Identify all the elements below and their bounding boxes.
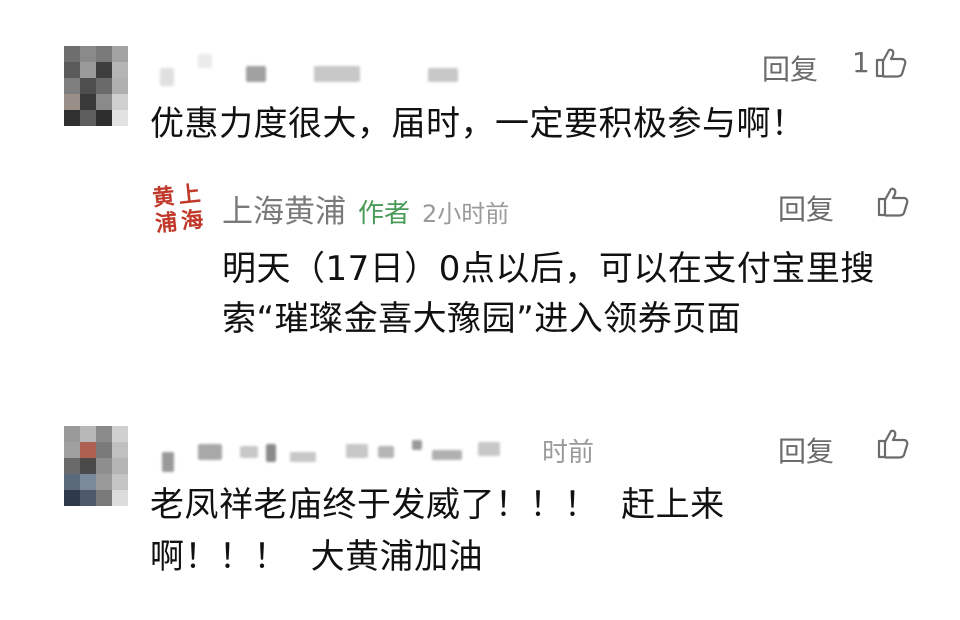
author-avatar[interactable]: 黄 上 浦 海: [150, 180, 206, 238]
avatar-pixel: [96, 78, 112, 94]
like-count: 1: [852, 46, 870, 79]
avatar-pixel: [96, 458, 112, 474]
avatar-pixel: [64, 110, 80, 126]
reply-button[interactable]: 回复: [778, 430, 834, 470]
thumbs-up-icon[interactable]: [876, 186, 910, 218]
avatar-pixel: [112, 426, 128, 442]
avatar[interactable]: [64, 46, 128, 126]
avatar-pixel: [112, 442, 128, 458]
author-name[interactable]: 上海黄浦: [222, 186, 346, 231]
like-button[interactable]: 1: [852, 46, 908, 79]
avatar-pixel: [112, 474, 128, 490]
avatar-pixel: [64, 458, 80, 474]
comment-text-line2: 啊！！！ 大黄浦加油: [150, 537, 484, 577]
avatar-pixel: [80, 46, 96, 62]
avatar-pixel: [64, 46, 80, 62]
avatar-pixel: [64, 442, 80, 458]
avatar-pixel: [96, 426, 112, 442]
avatar-pixel: [80, 474, 96, 490]
avatar-pixel: [96, 94, 112, 110]
comment-text: 优惠力度很大，届时，一定要积极参与啊！: [150, 104, 806, 144]
avatar-pixel: [112, 78, 128, 94]
thumbs-up-icon[interactable]: [876, 428, 910, 460]
avatar-pixel: [80, 490, 96, 506]
avatar-pixel: [96, 62, 112, 78]
comment-text-line1: 老凤祥老庙终于发威了！！！ 赶上来: [150, 485, 725, 525]
reply-text-line1: 明天（17日）0点以后，可以在支付宝里搜: [222, 249, 875, 289]
reply-button[interactable]: 回复: [778, 188, 834, 228]
avatar-pixel: [112, 458, 128, 474]
avatar-pixel: [96, 490, 112, 506]
avatar-pixel: [112, 62, 128, 78]
reply-text-line2: 索“璀璨金喜大豫园”进入领券页面: [222, 299, 742, 339]
avatar-pixel: [96, 474, 112, 490]
reply-time: 2小时前: [422, 200, 510, 228]
avatar-pixel: [96, 46, 112, 62]
avatar-pixel: [96, 442, 112, 458]
avatar-pixel: [80, 78, 96, 94]
avatar-pixel: [112, 46, 128, 62]
avatar-pixel: [80, 94, 96, 110]
avatar[interactable]: [64, 426, 128, 506]
avatar-pixel: [64, 474, 80, 490]
comment-time: 时前: [542, 438, 595, 468]
avatar-pixel: [80, 458, 96, 474]
avatar-pixel: [64, 62, 80, 78]
avatar-pixel: [80, 62, 96, 78]
avatar-pixel: [112, 490, 128, 506]
seal-logo: 黄 上 浦 海: [151, 180, 205, 238]
reply-button[interactable]: 回复: [762, 48, 818, 88]
avatar-pixel: [64, 490, 80, 506]
avatar-pixel: [80, 426, 96, 442]
avatar-pixel: [112, 94, 128, 110]
thumbs-up-icon: [875, 48, 907, 78]
author-tag: 作者: [358, 199, 411, 229]
avatar-pixel: [64, 94, 80, 110]
author-header: 上海黄浦 作者 2小时前: [222, 186, 509, 231]
avatar-pixel: [96, 110, 112, 126]
avatar-pixel: [80, 110, 96, 126]
avatar-pixel: [64, 78, 80, 94]
avatar-pixel: [112, 110, 128, 126]
avatar-pixel: [80, 442, 96, 458]
avatar-pixel: [64, 426, 80, 442]
